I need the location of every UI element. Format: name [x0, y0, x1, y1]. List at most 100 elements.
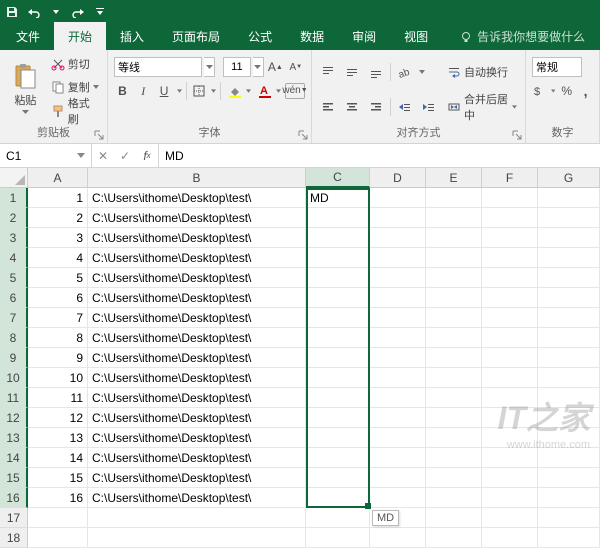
row-header[interactable]: 11 — [0, 388, 28, 408]
col-header-D[interactable]: D — [370, 168, 426, 188]
cell[interactable]: 4 — [28, 248, 88, 268]
tab-layout[interactable]: 页面布局 — [158, 22, 234, 50]
cell[interactable] — [370, 328, 426, 348]
row-header[interactable]: 14 — [0, 448, 28, 468]
tab-review[interactable]: 审阅 — [338, 22, 390, 50]
cell[interactable] — [28, 528, 88, 548]
cell[interactable] — [482, 308, 538, 328]
insert-function-button[interactable]: fx — [136, 149, 158, 163]
cell[interactable] — [306, 408, 370, 428]
cell[interactable] — [370, 228, 426, 248]
col-header-G[interactable]: G — [538, 168, 600, 188]
cell[interactable] — [370, 268, 426, 288]
cell[interactable]: C:\Users\ithome\Desktop\test\ — [88, 368, 306, 388]
phonetic-button[interactable]: wén▼ — [285, 83, 305, 99]
cell[interactable] — [306, 348, 370, 368]
chevron-down-icon[interactable] — [419, 70, 425, 74]
alignment-dialog-launcher[interactable] — [511, 129, 523, 141]
qat-dropdown-icon[interactable] — [48, 4, 64, 20]
cell[interactable] — [426, 488, 482, 508]
cell[interactable] — [370, 288, 426, 308]
cell[interactable]: C:\Users\ithome\Desktop\test\ — [88, 328, 306, 348]
tab-file[interactable]: 文件 — [2, 22, 54, 50]
cell[interactable] — [538, 268, 600, 288]
cell[interactable] — [426, 448, 482, 468]
col-header-C[interactable]: C — [306, 168, 370, 188]
cell[interactable] — [370, 448, 426, 468]
col-header-B[interactable]: B — [88, 168, 306, 188]
font-name-input[interactable] — [114, 57, 202, 77]
font-size-dropdown[interactable] — [253, 57, 264, 77]
cell[interactable]: C:\Users\ithome\Desktop\test\ — [88, 188, 306, 208]
cell[interactable] — [426, 528, 482, 548]
cell[interactable] — [482, 428, 538, 448]
borders-button[interactable] — [190, 81, 207, 101]
tab-insert[interactable]: 插入 — [106, 22, 158, 50]
cell[interactable]: 9 — [28, 348, 88, 368]
cut-button[interactable]: 剪切 — [49, 54, 101, 74]
align-right-button[interactable] — [366, 97, 386, 117]
cell[interactable]: C:\Users\ithome\Desktop\test\ — [88, 408, 306, 428]
align-left-button[interactable] — [318, 97, 338, 117]
row-header[interactable]: 9 — [0, 348, 28, 368]
cell[interactable] — [538, 388, 600, 408]
cell[interactable] — [482, 268, 538, 288]
cell[interactable] — [426, 328, 482, 348]
cell[interactable]: C:\Users\ithome\Desktop\test\ — [88, 348, 306, 368]
cell[interactable] — [426, 248, 482, 268]
cell[interactable] — [306, 388, 370, 408]
cell[interactable] — [426, 308, 482, 328]
cell[interactable]: 10 — [28, 368, 88, 388]
cell[interactable] — [482, 368, 538, 388]
cell[interactable] — [370, 428, 426, 448]
increase-indent-button[interactable] — [419, 97, 439, 117]
cell[interactable]: C:\Users\ithome\Desktop\test\ — [88, 428, 306, 448]
cell[interactable] — [482, 328, 538, 348]
row-header[interactable]: 5 — [0, 268, 28, 288]
cell[interactable] — [482, 248, 538, 268]
font-dialog-launcher[interactable] — [297, 129, 309, 141]
row-header[interactable]: 15 — [0, 468, 28, 488]
row-header[interactable]: 10 — [0, 368, 28, 388]
select-all-triangle[interactable] — [0, 168, 28, 188]
cell[interactable]: C:\Users\ithome\Desktop\test\ — [88, 208, 306, 228]
chevron-down-icon[interactable] — [276, 89, 281, 93]
row-header[interactable]: 17 — [0, 508, 28, 528]
cell[interactable] — [370, 208, 426, 228]
row-header[interactable]: 13 — [0, 428, 28, 448]
formula-cancel-button[interactable]: ✕ — [92, 149, 114, 163]
merge-center-button[interactable]: 合并后居中 — [445, 97, 519, 117]
cell[interactable] — [538, 488, 600, 508]
cell[interactable]: C:\Users\ithome\Desktop\test\ — [88, 468, 306, 488]
col-header-A[interactable]: A — [28, 168, 88, 188]
row-header[interactable]: 8 — [0, 328, 28, 348]
chevron-down-icon[interactable] — [246, 89, 251, 93]
row-header[interactable]: 12 — [0, 408, 28, 428]
cell[interactable] — [306, 508, 370, 528]
chevron-down-icon[interactable] — [177, 89, 182, 93]
cell[interactable] — [538, 468, 600, 488]
cell[interactable] — [306, 328, 370, 348]
underline-button[interactable]: U — [156, 81, 173, 101]
cell[interactable] — [306, 208, 370, 228]
cell[interactable] — [306, 288, 370, 308]
cell[interactable] — [482, 488, 538, 508]
tab-home[interactable]: 开始 — [54, 22, 106, 50]
cell[interactable] — [482, 228, 538, 248]
cell[interactable] — [426, 408, 482, 428]
row-header[interactable]: 2 — [0, 208, 28, 228]
cell[interactable]: C:\Users\ithome\Desktop\test\ — [88, 308, 306, 328]
cell[interactable] — [482, 508, 538, 528]
cell[interactable] — [306, 488, 370, 508]
cell[interactable] — [482, 408, 538, 428]
cell[interactable]: 15 — [28, 468, 88, 488]
row-header[interactable]: 4 — [0, 248, 28, 268]
accounting-format-button[interactable]: $ — [532, 81, 547, 101]
cell[interactable]: 7 — [28, 308, 88, 328]
cell[interactable]: C:\Users\ithome\Desktop\test\ — [88, 228, 306, 248]
paste-button[interactable]: 粘贴 — [6, 53, 45, 122]
cell[interactable] — [370, 388, 426, 408]
italic-button[interactable]: I — [135, 81, 152, 101]
clipboard-dialog-launcher[interactable] — [93, 129, 105, 141]
cell[interactable]: 2 — [28, 208, 88, 228]
